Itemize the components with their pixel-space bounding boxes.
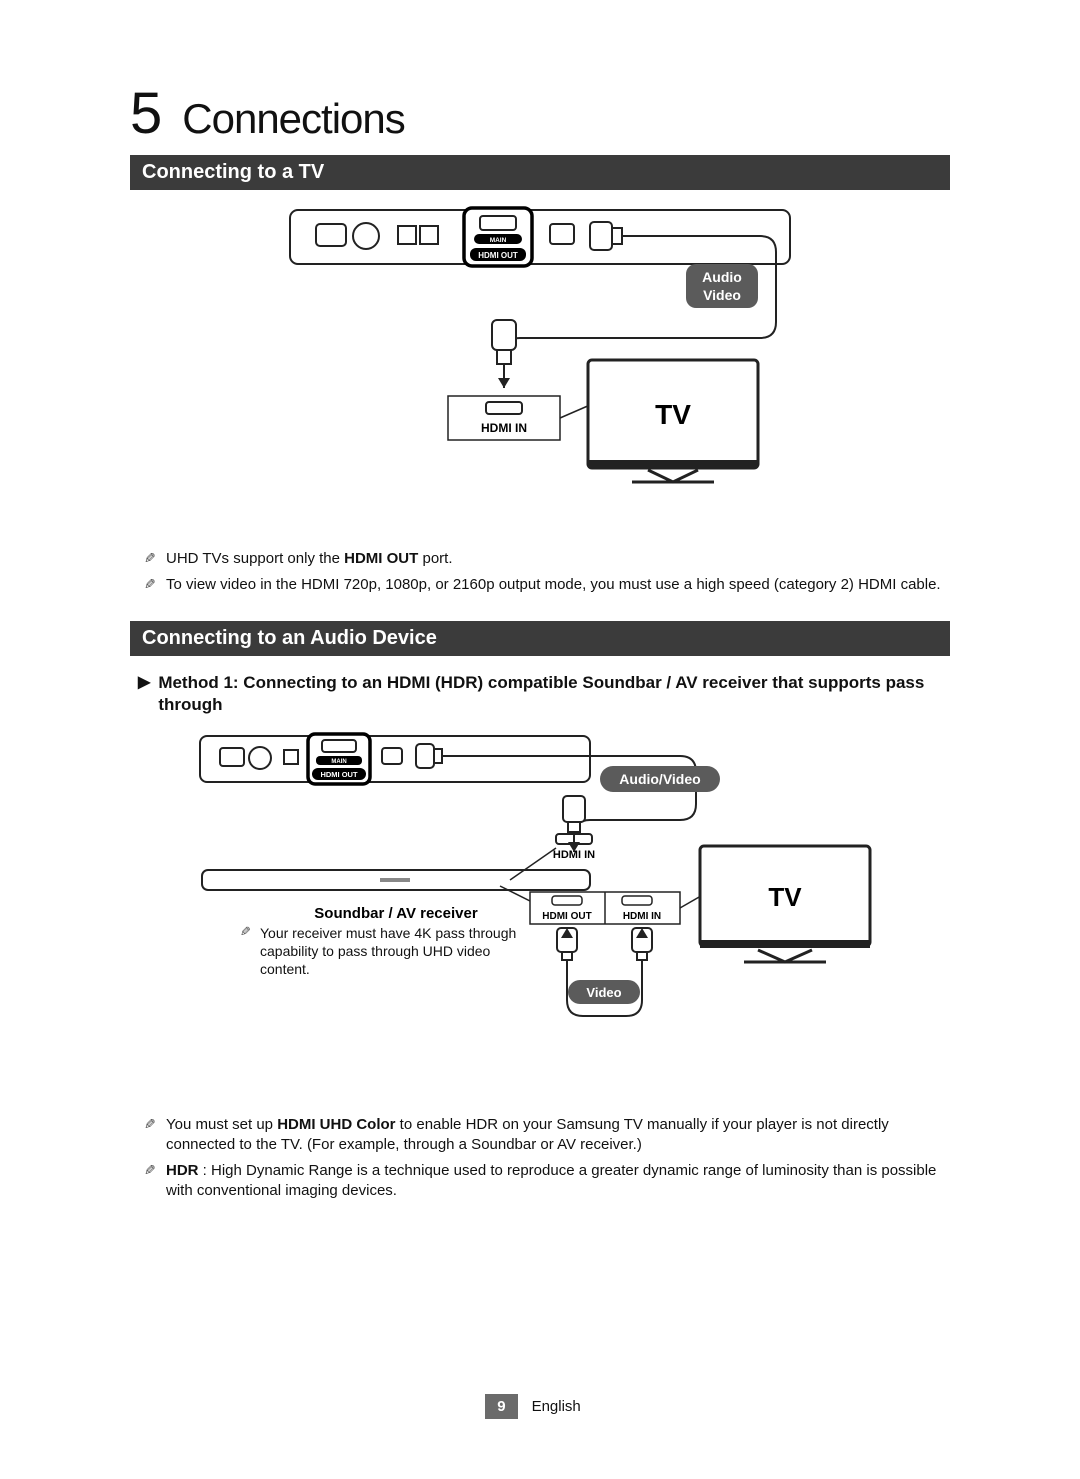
label-video: Video (586, 985, 621, 1000)
chapter-heading: 5 Connections (130, 80, 950, 147)
label-audio-video: Audio/Video (619, 771, 700, 787)
label-tv: TV (655, 399, 691, 430)
method-heading: ▶ Method 1: Connecting to an HDMI (HDR) … (130, 668, 950, 730)
label-hdmi-out: HDMI OUT (478, 251, 518, 260)
chapter-number: 5 (130, 80, 160, 147)
label-soundbar: Soundbar / AV receiver (314, 905, 478, 922)
note-list: UHD TVs support only the HDMI OUT port. … (130, 546, 950, 599)
receiver-note-list: Your receiver must have 4K pass through … (240, 922, 530, 981)
label-main: MAIN (490, 237, 507, 244)
label-hdmi-in: HDMI IN (481, 421, 527, 435)
diagram-connecting-tv: MAIN HDMI OUT Audio Video (260, 202, 820, 532)
label-hdmi-out-bottom: HDMI OUT (542, 911, 591, 922)
label-main: MAIN (331, 759, 346, 765)
hdmi-plug-icon (563, 796, 585, 832)
diagram-connecting-audio: MAIN HDMI OUT Audio/Video HDMI IN (160, 730, 920, 1100)
note-item: UHD TVs support only the HDMI OUT port. (144, 546, 950, 572)
page-number: 9 (485, 1394, 517, 1419)
page-language: English (518, 1394, 595, 1419)
note-item: You must set up HDMI UHD Color to enable… (144, 1112, 950, 1159)
note-list: You must set up HDMI UHD Color to enable… (130, 1112, 950, 1205)
hdmi-plug-icon (492, 320, 516, 364)
method-title: Method 1: Connecting to an HDMI (HDR) co… (158, 672, 942, 716)
note-item: Your receiver must have 4K pass through … (240, 922, 530, 981)
section-heading-connecting-audio: Connecting to an Audio Device (130, 621, 950, 656)
label-video: Video (703, 287, 741, 303)
label-hdmi-out: HDMI OUT (320, 770, 357, 779)
label-hdmi-in-bottom: HDMI IN (623, 911, 661, 922)
section-heading-connecting-tv: Connecting to a TV (130, 155, 950, 190)
note-item: HDR : High Dynamic Range is a technique … (144, 1158, 950, 1205)
label-hdmi-in: HDMI IN (553, 849, 595, 861)
note-item: To view video in the HDMI 720p, 1080p, o… (144, 572, 950, 598)
label-audio: Audio (702, 269, 742, 285)
chapter-title: Connections (182, 95, 404, 143)
label-tv: TV (768, 882, 802, 912)
triangle-icon: ▶ (138, 672, 150, 716)
page-footer: 9 English (0, 1394, 1080, 1419)
